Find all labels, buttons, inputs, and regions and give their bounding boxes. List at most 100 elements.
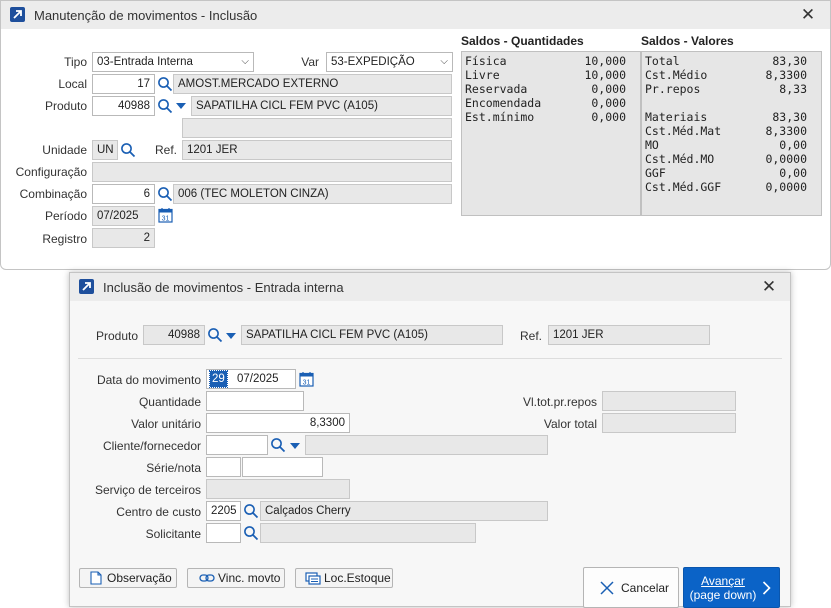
saldo-row xyxy=(642,96,821,110)
vinc-movto-button[interactable]: Vinc. movto xyxy=(187,568,285,588)
saldo-value: 0,0000 xyxy=(765,180,807,194)
quantidade-input[interactable] xyxy=(206,391,304,411)
search-icon[interactable] xyxy=(243,503,259,519)
saldo-row: Reservada 0,000 xyxy=(462,82,640,96)
data-month: 07/2025 xyxy=(237,373,279,385)
saldo-row: Cst.Méd.MO 0,0000 xyxy=(642,152,821,166)
servico-terceiros-label: Serviço de terceiros xyxy=(94,483,201,497)
saldo-row: Materiais 83,30 xyxy=(642,110,821,124)
avancar-button[interactable]: Avançar (page down) xyxy=(683,567,780,608)
saldo-value: 0,000 xyxy=(591,82,626,96)
solicitante-code-input[interactable] xyxy=(206,523,241,543)
saldo-key: Total xyxy=(645,54,680,68)
unidade-field: UN xyxy=(92,140,118,160)
saldo-value: 8,33 xyxy=(779,82,807,96)
inclusao-dialog: Inclusão de movimentos - Entrada interna… xyxy=(69,272,791,608)
saldo-row: Total 83,30 xyxy=(642,54,821,68)
configuracao-field xyxy=(92,162,452,182)
main-window-title: Manutenção de movimentos - Inclusão xyxy=(34,8,258,23)
link-icon xyxy=(199,574,215,582)
saldo-key: MO xyxy=(645,138,659,152)
local-code-input[interactable]: 17 xyxy=(92,74,155,94)
cliente-name-field xyxy=(305,435,548,455)
saldo-value: 83,30 xyxy=(772,110,807,124)
configuracao-label: Configuração xyxy=(15,165,87,179)
saldo-value: 10,000 xyxy=(584,54,626,68)
cliente-code-input[interactable] xyxy=(206,435,268,455)
saldo-value: 0,000 xyxy=(591,110,626,124)
search-icon[interactable] xyxy=(157,98,173,114)
vl-tot-pr-repos-label: Vl.tot.pr.repos xyxy=(522,395,597,409)
saldo-key: Reservada xyxy=(465,82,528,96)
ref-label: Ref. xyxy=(154,143,177,157)
search-icon[interactable] xyxy=(157,186,173,202)
search-icon[interactable] xyxy=(157,76,173,92)
cancelar-button[interactable]: Cancelar xyxy=(583,567,679,608)
loc-estoque-button[interactable]: Loc.Estoque xyxy=(295,568,393,588)
saldo-row: Pr.repos 8,33 xyxy=(642,82,821,96)
saldo-value: 0,00 xyxy=(779,166,807,180)
search-icon[interactable] xyxy=(270,437,286,453)
saldo-value: 10,000 xyxy=(584,68,626,82)
var-select[interactable]: 53-EXPEDIÇÃO ⌵ xyxy=(326,52,453,72)
saldo-key: Livre xyxy=(465,68,500,82)
valor-unitario-input[interactable]: 8,3300 xyxy=(206,413,350,433)
saldo-key: Pr.repos xyxy=(645,82,701,96)
saldo-key: GGF xyxy=(645,166,666,180)
registro-label: Registro xyxy=(42,232,87,246)
registro-field: 2 xyxy=(92,228,155,248)
data-day-selected[interactable]: 29 xyxy=(209,370,228,388)
calendar-icon[interactable]: 31 xyxy=(299,371,314,387)
centro-custo-label: Centro de custo xyxy=(116,505,201,519)
avancar-sublabel: (page down) xyxy=(689,588,757,602)
chevron-down-icon: ⌵ xyxy=(440,56,448,67)
dropdown-arrow-icon[interactable] xyxy=(226,333,236,339)
close-icon[interactable]: ✕ xyxy=(798,5,818,25)
saldos-valores-panel: Total 83,30 Cst.Médio 8,3300 Pr.repos 8,33 Mat… xyxy=(641,51,822,216)
data-movimento-label: Data do movimento xyxy=(96,373,201,387)
combinacao-name-field: 006 (TEC MOLETON CINZA) xyxy=(173,184,452,204)
dropdown-arrow-icon[interactable] xyxy=(176,103,186,109)
app-icon xyxy=(10,7,25,22)
search-icon[interactable] xyxy=(120,142,136,158)
saldo-key: Cst.Méd.GGF xyxy=(645,180,722,194)
dialog-produto-code: 40988 xyxy=(143,325,205,345)
saldo-row: GGF 0,00 xyxy=(642,166,821,180)
centro-custo-name-field: Calçados Cherry xyxy=(260,501,548,521)
dialog-produto-label: Produto xyxy=(95,329,138,343)
dialog-title: Inclusão de movimentos - Entrada interna xyxy=(103,280,344,295)
saldos-valores-title: Saldos - Valores xyxy=(641,34,734,48)
combinacao-code-input[interactable]: 6 xyxy=(92,184,155,204)
periodo-label: Período xyxy=(44,209,87,223)
stock-location-icon xyxy=(305,572,321,585)
search-icon[interactable] xyxy=(207,327,223,343)
data-movimento-input[interactable]: 29 07/2025 xyxy=(206,369,296,389)
svg-text:31: 31 xyxy=(162,216,170,223)
produto-code-input[interactable]: 40988 xyxy=(92,96,155,116)
var-label: Var xyxy=(301,55,319,69)
loc-estoque-label: Loc.Estoque xyxy=(324,571,391,585)
saldo-value: 83,30 xyxy=(772,54,807,68)
calendar-icon[interactable]: 31 xyxy=(158,207,173,223)
saldo-row: Livre 10,000 xyxy=(462,68,640,82)
serie-input[interactable] xyxy=(206,457,241,477)
chevron-right-icon xyxy=(762,581,771,595)
saldo-value: 0,0000 xyxy=(765,152,807,166)
saldo-key: Cst.Méd.Mat xyxy=(645,124,722,138)
saldo-key: Cst.Méd.MO xyxy=(645,152,715,166)
nota-input[interactable] xyxy=(242,457,323,477)
close-icon[interactable]: ✕ xyxy=(759,277,779,297)
avancar-label: Avançar xyxy=(701,574,745,588)
combinacao-label: Combinação xyxy=(19,187,87,201)
produto-label: Produto xyxy=(44,99,87,113)
tipo-select[interactable]: 03-Entrada Interna ⌵ xyxy=(92,52,254,72)
saldo-value: 0,00 xyxy=(779,138,807,152)
dropdown-arrow-icon[interactable] xyxy=(290,443,300,449)
centro-custo-code-input[interactable]: 2205 xyxy=(206,501,241,521)
servico-terceiros-field xyxy=(206,479,350,499)
saldo-value: 8,3300 xyxy=(765,124,807,138)
saldo-key: Cst.Médio xyxy=(645,68,708,82)
saldo-row: Est.mínimo 0,000 xyxy=(462,110,640,124)
search-icon[interactable] xyxy=(243,525,259,541)
observacao-button[interactable]: Observação xyxy=(79,568,177,588)
